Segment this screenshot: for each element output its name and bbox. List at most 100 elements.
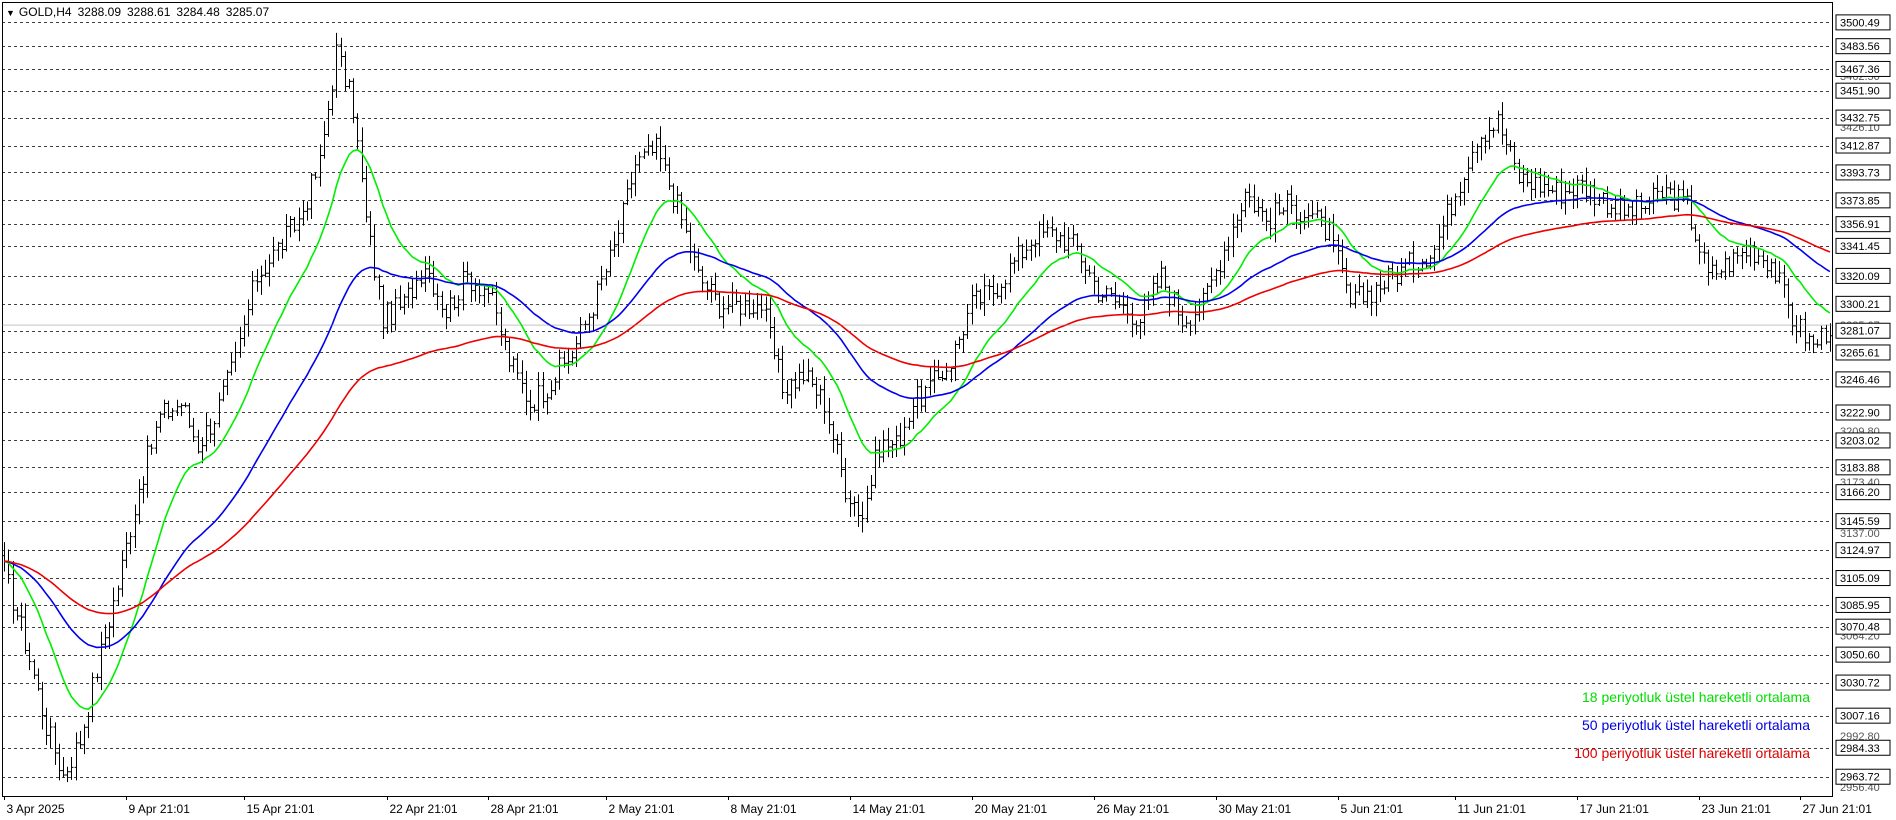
candle — [1643, 206, 1648, 214]
candle — [1180, 305, 1185, 333]
candle — [1260, 198, 1265, 222]
candle — [1740, 247, 1745, 270]
candle — [263, 259, 268, 278]
price-axis-label: 3145.59 — [1840, 516, 1880, 528]
collapse-triangle-icon[interactable]: ▼ — [6, 8, 15, 18]
candle — [1765, 255, 1770, 279]
candle — [625, 179, 630, 206]
price-axis-label: 3451.90 — [1840, 86, 1880, 98]
candle — [608, 240, 613, 276]
ema-18-line — [3, 148, 1831, 711]
candle — [368, 211, 373, 246]
candle — [1786, 278, 1791, 319]
candle — [377, 274, 382, 300]
candle — [515, 353, 520, 380]
candle — [1517, 158, 1522, 185]
candle — [1479, 136, 1484, 161]
candle — [330, 85, 335, 116]
candle — [238, 326, 243, 358]
candle — [1597, 193, 1602, 207]
candle — [187, 402, 192, 429]
candle — [1575, 175, 1580, 209]
candle — [1811, 334, 1816, 354]
candle — [149, 443, 154, 455]
candle — [1012, 257, 1017, 274]
candle — [987, 279, 992, 301]
candle — [1348, 282, 1353, 308]
price-axis-label: 3183.88 — [1840, 462, 1880, 474]
candle — [1756, 249, 1761, 265]
candle — [1374, 282, 1379, 317]
candle — [1807, 333, 1812, 351]
price-axis-label: 3341.45 — [1840, 241, 1880, 253]
candle — [1222, 241, 1227, 279]
candle — [886, 427, 891, 458]
legend-ema100: 100 periyotluk üstel hareketli ortalama — [1574, 745, 1810, 761]
chart-header: ▼ GOLD,H4 3288.09 3288.61 3284.48 3285.07 — [6, 5, 275, 19]
candle — [1639, 192, 1644, 220]
candle — [1647, 196, 1652, 215]
candle — [1079, 243, 1084, 274]
candle — [692, 243, 697, 271]
candle — [1470, 141, 1475, 172]
candle — [524, 370, 529, 416]
candle — [835, 434, 840, 455]
candle — [124, 532, 129, 569]
candle — [116, 585, 121, 606]
candle — [1382, 280, 1387, 295]
candle — [82, 724, 87, 755]
candle — [225, 369, 230, 396]
candle — [1361, 282, 1366, 305]
candle — [1294, 195, 1299, 230]
candle — [1058, 231, 1063, 248]
candle — [1735, 247, 1740, 264]
chart-window[interactable]: 3462.503426.103285.073209.803173.403137.… — [0, 0, 1896, 820]
candle — [1159, 260, 1164, 289]
candle — [1243, 188, 1248, 218]
candle — [1016, 236, 1021, 272]
candle — [217, 392, 222, 428]
candle — [162, 399, 167, 418]
candle — [1744, 239, 1749, 264]
candle — [120, 550, 125, 597]
candle — [936, 359, 941, 380]
candle — [1815, 339, 1820, 348]
candle — [351, 78, 356, 124]
candle — [1268, 207, 1273, 240]
candle — [1239, 203, 1244, 233]
candle — [1714, 259, 1719, 280]
candle — [1134, 320, 1139, 335]
candle — [637, 151, 642, 173]
candle — [141, 476, 146, 504]
candle — [528, 389, 533, 421]
candle — [1163, 265, 1168, 291]
candle — [1045, 220, 1050, 238]
high-value: 3288.61 — [127, 5, 171, 19]
candle — [566, 347, 571, 374]
candle — [196, 429, 201, 454]
price-axis-label: 3203.02 — [1840, 435, 1880, 447]
candle — [709, 277, 714, 303]
candle — [381, 284, 386, 340]
candle — [599, 265, 604, 291]
candle — [1041, 214, 1046, 239]
candle — [1828, 323, 1833, 352]
candle — [292, 217, 297, 233]
candle — [856, 494, 861, 528]
candle — [1344, 258, 1349, 294]
candle — [1748, 237, 1753, 267]
candle — [970, 284, 975, 325]
price-axis-label: 3007.16 — [1840, 711, 1880, 723]
candle — [793, 372, 798, 399]
candle — [53, 722, 58, 765]
candle — [944, 362, 949, 381]
candle — [873, 436, 878, 489]
candle — [1024, 239, 1029, 261]
candle — [679, 191, 684, 229]
candle — [1138, 318, 1143, 339]
candle — [406, 282, 411, 308]
candle — [1672, 180, 1677, 211]
candle — [1130, 302, 1135, 338]
candle — [911, 398, 916, 429]
candle — [1777, 261, 1782, 284]
